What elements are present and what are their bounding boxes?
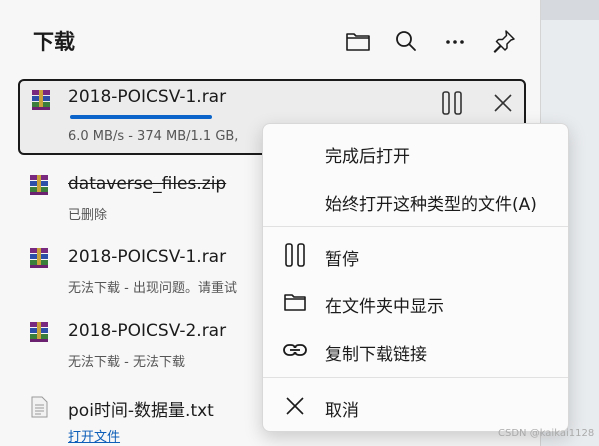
download-status: 6.0 MB/s - 374 MB/1.1 GB, <box>68 129 239 144</box>
pin-icon[interactable] <box>491 28 517 54</box>
downloads-header: 下载 <box>0 0 541 80</box>
progress-fill <box>70 115 212 119</box>
link-icon <box>283 338 307 362</box>
menu-item-label: 暂停 <box>325 250 359 270</box>
menu-item-pause[interactable]: 暂停 <box>263 233 570 277</box>
menu-item-copy-link[interactable]: 复制下载链接 <box>263 328 570 372</box>
menu-item-label: 完成后打开 <box>325 147 410 167</box>
rar-archive-icon <box>27 320 51 344</box>
pause-icon <box>283 243 307 267</box>
close-icon <box>283 394 307 418</box>
rar-archive-icon <box>29 88 53 112</box>
menu-item-always-open-type[interactable]: 始终打开这种类型的文件(A) <box>263 178 570 222</box>
progress-bar <box>70 115 250 119</box>
rar-archive-icon <box>27 173 51 197</box>
menu-item-label: 复制下载链接 <box>325 345 427 365</box>
download-status: 无法下载 - 出现问题。请重试 <box>68 281 237 296</box>
rar-archive-icon <box>27 246 51 270</box>
menu-item-label: 始终打开这种类型的文件(A) <box>325 195 537 215</box>
pause-icon[interactable] <box>439 90 465 116</box>
text-file-icon <box>27 395 51 419</box>
menu-item-show-in-folder[interactable]: 在文件夹中显示 <box>263 280 570 324</box>
menu-separator <box>263 226 568 227</box>
menu-item-label: 取消 <box>325 401 359 421</box>
menu-separator <box>263 377 568 378</box>
context-menu: 完成后打开 始终打开这种类型的文件(A) 暂停 在文件夹中显示 复制下载链接 取… <box>262 123 569 432</box>
file-name: 2018-POICSV-1.rar <box>68 87 227 107</box>
search-icon[interactable] <box>393 28 419 54</box>
menu-item-cancel[interactable]: 取消 <box>263 384 570 428</box>
download-status: 无法下载 - 无法下载 <box>68 355 185 370</box>
panel-title: 下载 <box>33 30 75 54</box>
file-name: poi时间-数据量.txt <box>68 401 214 421</box>
folder-icon[interactable] <box>345 28 371 54</box>
menu-item-label: 在文件夹中显示 <box>325 297 444 317</box>
file-name: 2018-POICSV-1.rar <box>68 247 227 267</box>
file-name: dataverse_files.zip <box>68 174 227 194</box>
menu-item-open-when-done[interactable]: 完成后打开 <box>263 130 570 174</box>
more-icon[interactable] <box>442 28 468 54</box>
watermark: CSDN @kaikai1128 <box>498 428 595 439</box>
cancel-icon[interactable] <box>491 91 515 115</box>
file-name: 2018-POICSV-2.rar <box>68 321 227 341</box>
open-file-link[interactable]: 打开文件 <box>68 426 120 445</box>
folder-icon <box>283 290 307 314</box>
download-status: 已删除 <box>68 208 108 223</box>
